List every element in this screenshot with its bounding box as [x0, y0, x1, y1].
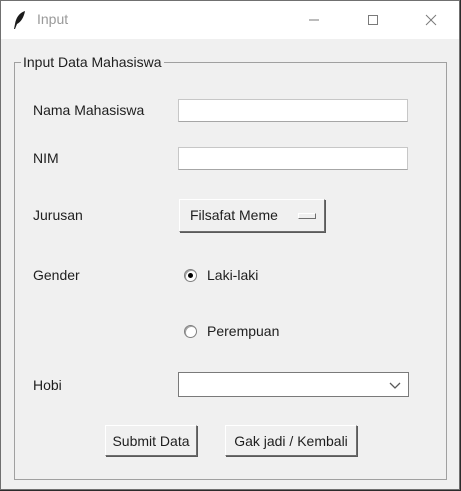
groupbox-title: Input Data Mahasiswa	[21, 54, 164, 70]
submit-data-button[interactable]: Submit Data	[105, 425, 197, 456]
chevron-down-icon[interactable]	[388, 378, 402, 392]
title-bar[interactable]: Input	[1, 1, 459, 39]
gender-option-perempuan[interactable]: Perempuan	[207, 323, 279, 339]
gender-radio-perempuan[interactable]	[184, 325, 197, 338]
gender-radio-laki-laki[interactable]	[184, 269, 197, 282]
maximize-button[interactable]	[350, 1, 396, 39]
nim-label: NIM	[33, 150, 59, 166]
close-button[interactable]	[408, 1, 454, 39]
nim-input[interactable]	[178, 147, 408, 170]
app-window: Input Input Data Mahasiswa Nama Mahasisw…	[0, 0, 460, 490]
minimize-icon	[309, 19, 319, 21]
jurusan-option-menu[interactable]: Filsafat Meme	[179, 199, 325, 232]
nama-input[interactable]	[178, 99, 408, 122]
option-menu-indicator-icon	[298, 213, 316, 219]
hobi-label: Hobi	[33, 377, 62, 393]
maximize-icon	[368, 15, 378, 25]
close-icon	[425, 14, 437, 26]
radio-selected-dot	[188, 273, 193, 278]
nama-label: Nama Mahasiswa	[33, 102, 145, 118]
jurusan-label: Jurusan	[33, 207, 83, 223]
window-content: Input Data Mahasiswa Nama Mahasiswa NIM …	[1, 39, 459, 490]
window-title: Input	[37, 11, 69, 27]
jurusan-selected-value: Filsafat Meme	[190, 207, 278, 223]
gender-label: Gender	[33, 267, 80, 283]
minimize-button[interactable]	[291, 1, 337, 39]
feather-icon	[14, 11, 25, 29]
back-button[interactable]: Gak jadi / Kembali	[225, 425, 357, 456]
gender-option-laki-laki[interactable]: Laki-laki	[207, 267, 258, 283]
hobi-combobox[interactable]	[178, 372, 409, 397]
